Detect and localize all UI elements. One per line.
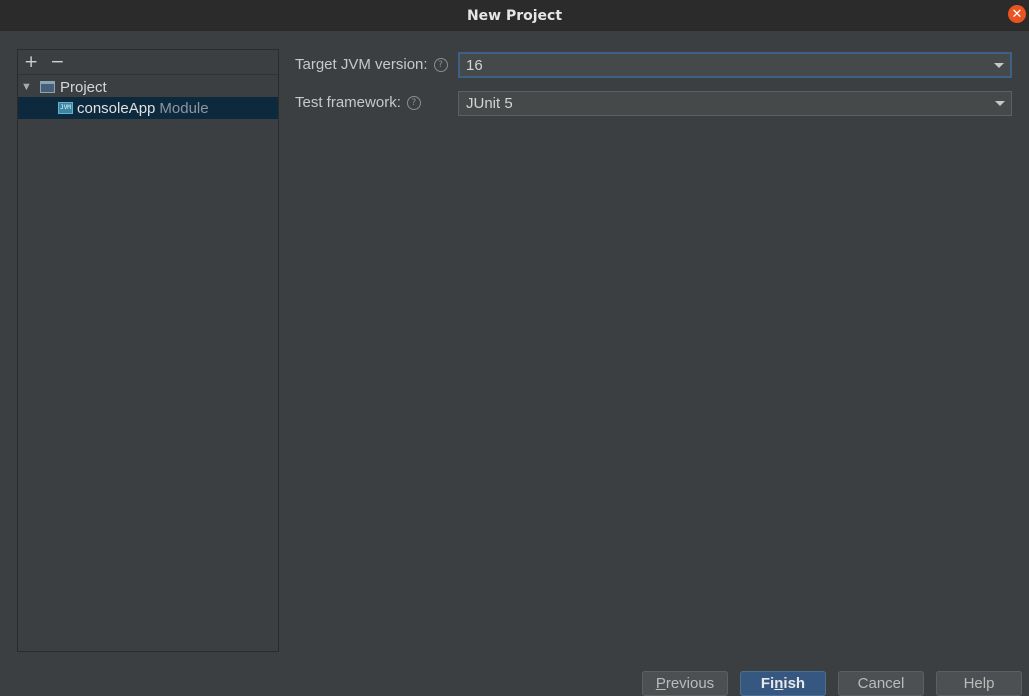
- title-bar: New Project ✕: [0, 0, 1029, 31]
- previous-button-mnemonic: P: [655, 675, 666, 692]
- help-icon[interactable]: ?: [433, 57, 448, 72]
- finish-button[interactable]: Fi n ish: [740, 671, 826, 696]
- chevron-down-icon[interactable]: ▼: [21, 81, 35, 93]
- help-icon[interactable]: ?: [406, 95, 421, 110]
- finish-button-mnemonic: n: [774, 675, 784, 692]
- help-button[interactable]: Help: [936, 671, 1022, 696]
- previous-button[interactable]: Previous: [642, 671, 728, 696]
- project-icon: [40, 81, 55, 93]
- jvm-module-icon: JVM: [58, 102, 73, 114]
- window-title: New Project: [466, 7, 563, 24]
- module-type-label: Module: [159, 99, 209, 117]
- jvm-version-label-row: Target JVM version: ?: [295, 56, 448, 73]
- dropdown-arrow-icon: [994, 62, 1004, 68]
- finish-button-label-start: Fi: [760, 675, 775, 692]
- project-label: Project: [60, 78, 107, 96]
- tree-item-module[interactable]: JVM consoleApp Module: [18, 97, 278, 119]
- jvm-version-value: 16: [466, 56, 483, 74]
- add-icon[interactable]: +: [24, 53, 38, 71]
- test-framework-label-row: Test framework: ?: [295, 94, 421, 111]
- close-icon[interactable]: ✕: [1008, 5, 1026, 23]
- previous-button-label-end: revious: [665, 675, 715, 692]
- cancel-button-label: Cancel: [857, 675, 905, 692]
- cancel-button[interactable]: Cancel: [838, 671, 924, 696]
- remove-icon[interactable]: −: [50, 53, 64, 71]
- test-framework-dropdown[interactable]: JUnit 5: [458, 91, 1012, 116]
- tree-toolbar: + −: [18, 50, 278, 75]
- jvm-version-label: Target JVM version:: [295, 56, 428, 73]
- module-name: consoleApp: [77, 99, 156, 117]
- project-tree-panel: + − ▼ Project JVM consoleApp Module: [17, 49, 279, 652]
- help-button-label: Help: [963, 675, 995, 692]
- jvm-version-dropdown[interactable]: 16: [458, 52, 1012, 78]
- dropdown-arrow-icon: [995, 101, 1005, 106]
- finish-button-label-end: ish: [783, 675, 806, 692]
- tree-item-project[interactable]: ▼ Project: [18, 76, 278, 98]
- test-framework-label: Test framework:: [295, 94, 401, 111]
- test-framework-value: JUnit 5: [466, 95, 513, 112]
